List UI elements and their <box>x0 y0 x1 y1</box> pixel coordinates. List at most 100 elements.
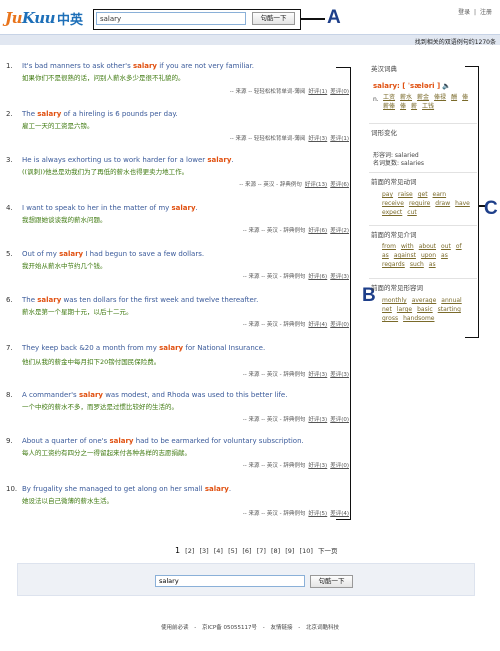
upvote-link[interactable]: 好评(1) <box>308 89 327 95</box>
word-link[interactable]: draw <box>435 199 450 208</box>
page-link[interactable]: [3] <box>199 547 208 555</box>
register-link[interactable]: 注册 <box>480 9 492 16</box>
word-link[interactable]: expect <box>382 208 402 217</box>
word-link[interactable]: large <box>397 305 412 314</box>
word-link[interactable]: earn <box>433 190 447 199</box>
result-meta: -- 来源 -- 英汉 - 辞典例句 好评(3) 差评(0) <box>242 463 349 469</box>
result-chinese: 她设法以自己微薄的薪水生活。 <box>22 497 113 505</box>
word-link[interactable]: with <box>401 242 414 251</box>
result-meta: -- 来源 -- 轻轻松松背单词-薄阅 好评(1) 差评(0) <box>229 89 349 95</box>
result-number: 8. <box>6 391 13 399</box>
word-link[interactable]: basic <box>417 305 433 314</box>
page-link[interactable]: [6] <box>242 547 251 555</box>
dictionary-pos: n. <box>373 96 379 103</box>
speaker-icon[interactable]: 🔈 <box>442 82 451 90</box>
result-english: It's bad manners to ask other's salary i… <box>22 62 255 70</box>
result-english: About a quarter of one's salary had to b… <box>22 437 304 445</box>
word-link[interactable]: from <box>382 242 396 251</box>
page-link[interactable]: [9] <box>285 547 294 555</box>
word-link[interactable]: handsome <box>403 314 434 323</box>
page-link[interactable]: [5] <box>228 547 237 555</box>
next-page-link[interactable]: 下一页 <box>318 547 338 555</box>
footer-separator: - <box>194 625 197 631</box>
upvote-link[interactable]: 好评(3) <box>308 136 327 142</box>
footer-icp: 京ICP备 05055117号 <box>201 625 257 631</box>
result-number: 5. <box>6 250 13 258</box>
page-link[interactable]: [10] <box>300 547 313 555</box>
upvote-link[interactable]: 好评(4) <box>308 322 327 328</box>
result-number: 2. <box>6 110 13 118</box>
word-link[interactable]: get <box>418 190 428 199</box>
dictionary-translations: 工资 薪水 薪金 俸禄酬俸薪俸俸薪工钱 <box>383 94 469 110</box>
bottom-search-input[interactable] <box>155 575 305 587</box>
adjectives-list: monthly average annual net large basic startin… <box>382 296 477 323</box>
word-link[interactable]: raise <box>398 190 413 199</box>
dictionary-title: 英汉词典 <box>371 65 397 73</box>
footer-separator: - <box>262 625 265 631</box>
word-link[interactable]: upon <box>421 251 436 260</box>
footer-terms-link[interactable]: 使用前必读 <box>161 625 189 631</box>
page-link[interactable]: [4] <box>214 547 223 555</box>
page-link[interactable]: [2] <box>185 547 194 555</box>
upvote-link[interactable]: 好评(3) <box>308 463 327 469</box>
word-link[interactable]: starting <box>438 305 461 314</box>
word-link[interactable]: require <box>409 199 430 208</box>
result-meta: -- 来源 -- 英汉 - 辞典例句 好评(3) 差评(3) <box>242 372 349 378</box>
result-chinese: ((讽刺))他总是劝我们为了再低的薪水也得更卖力地工作。 <box>22 168 189 176</box>
word-link[interactable]: out <box>441 242 451 251</box>
upvote-link[interactable]: 好评(3) <box>308 417 327 423</box>
word-link[interactable]: such <box>410 260 424 269</box>
word-link[interactable]: against <box>394 251 416 260</box>
footer-company[interactable]: 北京词酷科技 <box>306 625 339 631</box>
word-link[interactable]: average <box>412 296 437 305</box>
result-english: They keep back &20 a month from my salar… <box>22 344 266 352</box>
word-link[interactable]: net <box>382 305 392 314</box>
word-link[interactable]: as <box>429 260 436 269</box>
footer: 使用前必读 - 京ICP备 05055117号 - 友情链接 - 北京词酷科技 <box>0 623 500 631</box>
jukuu-logo[interactable]: JuKuu 中英 <box>5 8 93 28</box>
word-link[interactable]: regards <box>382 260 405 269</box>
account-links: 登录 | 注册 <box>456 7 492 16</box>
word-link[interactable]: pay <box>382 190 393 199</box>
callout-a-box <box>93 9 301 30</box>
bottom-search-button[interactable]: 句酷一下 <box>310 575 353 588</box>
word-link[interactable]: about <box>419 242 436 251</box>
result-number: 3. <box>6 156 13 164</box>
result-meta: -- 来源 -- 英汉 - 辞典例句 好评(6) 差评(3) <box>242 274 349 280</box>
result-chinese: 一个中校的薪水不多，而罗达是过惯比较好的生活的。 <box>22 403 178 411</box>
word-link[interactable]: monthly <box>382 296 407 305</box>
pagination: 1 [2] [3] [4] [5] [6] [7] [8] [9] [10] 下… <box>175 545 340 555</box>
word-link[interactable]: annual <box>441 296 461 305</box>
word-link[interactable]: gross <box>382 314 398 323</box>
result-number: 10. <box>6 485 18 493</box>
result-number: 6. <box>6 296 13 304</box>
verbs-list: pay raise get earnreceive require draw haveexp… <box>382 190 477 217</box>
result-number: 4. <box>6 204 13 212</box>
callout-c-label: C <box>484 198 498 219</box>
logo-text-cn: 中英 <box>57 12 84 28</box>
result-chinese: 他们从我的薪金中每月扣下20镑付国民保险费。 <box>22 358 161 366</box>
page-link[interactable]: [8] <box>271 547 280 555</box>
callout-a-line <box>301 18 325 20</box>
results-count: 找到相关的双语例句约1270条 <box>414 39 496 46</box>
result-chinese: 我想跟她谈谈我的薪水问题。 <box>22 216 107 224</box>
upvote-link[interactable]: 好评(5) <box>308 511 327 517</box>
bottom-search-bar: 句酷一下 <box>17 563 475 596</box>
result-chinese: 雇工一天的工资是六镑。 <box>22 122 94 130</box>
upvote-link[interactable]: 好评(6) <box>308 228 327 234</box>
upvote-link[interactable]: 好评(3) <box>308 372 327 378</box>
upvote-link[interactable]: 好评(13) <box>305 182 327 188</box>
word-link[interactable]: receive <box>382 199 404 208</box>
page-link[interactable]: [7] <box>257 547 266 555</box>
result-number: 9. <box>6 437 13 445</box>
word-link[interactable]: as <box>382 251 389 260</box>
footer-friend-links[interactable]: 友情链接 <box>271 625 293 631</box>
adjectives-title: 前面的常见形容词 <box>371 284 423 292</box>
word-link[interactable]: of <box>456 242 462 251</box>
login-link[interactable]: 登录 <box>458 9 470 16</box>
result-meta: -- 来源 -- 轻轻松松背单词-薄阅 好评(3) 差评(1) <box>229 136 349 142</box>
prepositions-section: 前面的常见介词 from with about out ofas against upon a… <box>369 225 477 277</box>
upvote-link[interactable]: 好评(6) <box>308 274 327 280</box>
word-link[interactable]: cut <box>407 208 416 217</box>
word-link[interactable]: as <box>441 251 448 260</box>
